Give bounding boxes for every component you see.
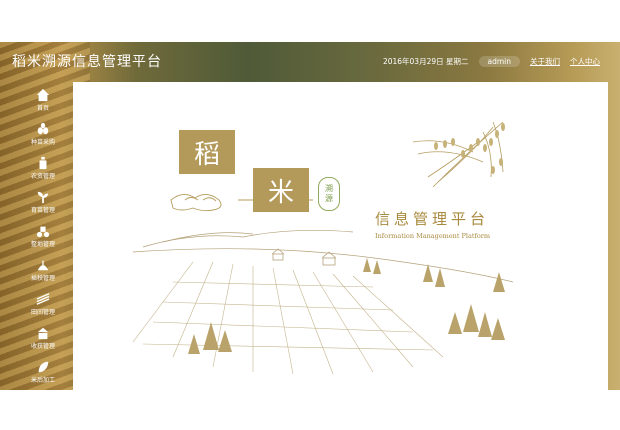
platform-title: 信息管理平台 [375, 210, 490, 228]
field-icon [36, 293, 50, 305]
profile-link[interactable]: 个人中心 [570, 56, 600, 67]
harvest-icon [37, 327, 49, 340]
sidebar-item-label: 田间管理 [30, 309, 55, 316]
processing-icon [38, 361, 49, 373]
sidebar: 首页 种苗采购 农资管理 育苗管理 整地管理 插秧管理 田间管理 收获管理 米后… [28, 86, 58, 390]
trace-seal: 溯 源 [318, 177, 340, 211]
app-title: 稻米溯源信息管理平台 [12, 54, 162, 70]
sidebar-item-transplant[interactable]: 插秧管理 [28, 256, 58, 290]
seal-top-char: 溯 [325, 184, 333, 193]
sidebar-item-harvest[interactable]: 收获管理 [28, 324, 58, 358]
sidebar-item-agri-supplies[interactable]: 农资管理 [28, 154, 58, 188]
platform-subtitle: Information Management Platform [375, 232, 491, 240]
sprout-icon [37, 191, 49, 204]
sidebar-item-label: 插秧管理 [30, 275, 55, 282]
app-window: 稻米溯源信息管理平台 2016年03月29日 星期二 admin 关于我们 个人… [0, 42, 620, 390]
sidebar-item-label: 整地管理 [30, 241, 55, 248]
user-name[interactable]: admin [478, 56, 520, 67]
seal-bottom-char: 源 [325, 194, 333, 203]
sidebar-item-label: 种苗采购 [30, 139, 55, 146]
sidebar-item-seedling[interactable]: 育苗管理 [28, 188, 58, 222]
sidebar-item-processing[interactable]: 米后加工 [28, 358, 58, 390]
sidebar-item-land-prep[interactable]: 整地管理 [28, 222, 58, 256]
sidebar-item-label: 收获管理 [30, 343, 55, 350]
sidebar-item-label: 米后加工 [30, 377, 55, 384]
planting-icon [37, 260, 49, 271]
landscape-illustration [132, 121, 514, 375]
title-char-grain: 米 [253, 168, 309, 212]
about-link[interactable]: 关于我们 [530, 56, 560, 67]
header-right: 2016年03月29日 星期二 admin 关于我们 个人中心 [383, 56, 600, 67]
sidebar-item-label: 首页 [36, 105, 49, 112]
seeds-icon [37, 122, 49, 135]
bottle-icon [39, 156, 47, 170]
date-label: 2016年03月29日 星期二 [382, 57, 469, 66]
tractor-icon [36, 226, 50, 238]
home-icon [36, 88, 50, 102]
top-header: 稻米溯源信息管理平台 2016年03月29日 星期二 admin 关于我们 个人… [0, 42, 620, 82]
sidebar-item-seed-purchase[interactable]: 种苗采购 [28, 120, 58, 154]
title-char-rice: 稻 [179, 130, 235, 174]
sidebar-item-label: 农资管理 [30, 173, 55, 180]
sidebar-item-label: 育苗管理 [30, 207, 55, 214]
main-panel: 稻 米 溯 源 信息管理平台 Information Management Pl… [73, 82, 608, 390]
sidebar-item-field[interactable]: 田间管理 [28, 290, 58, 324]
sidebar-item-home[interactable]: 首页 [28, 86, 58, 120]
